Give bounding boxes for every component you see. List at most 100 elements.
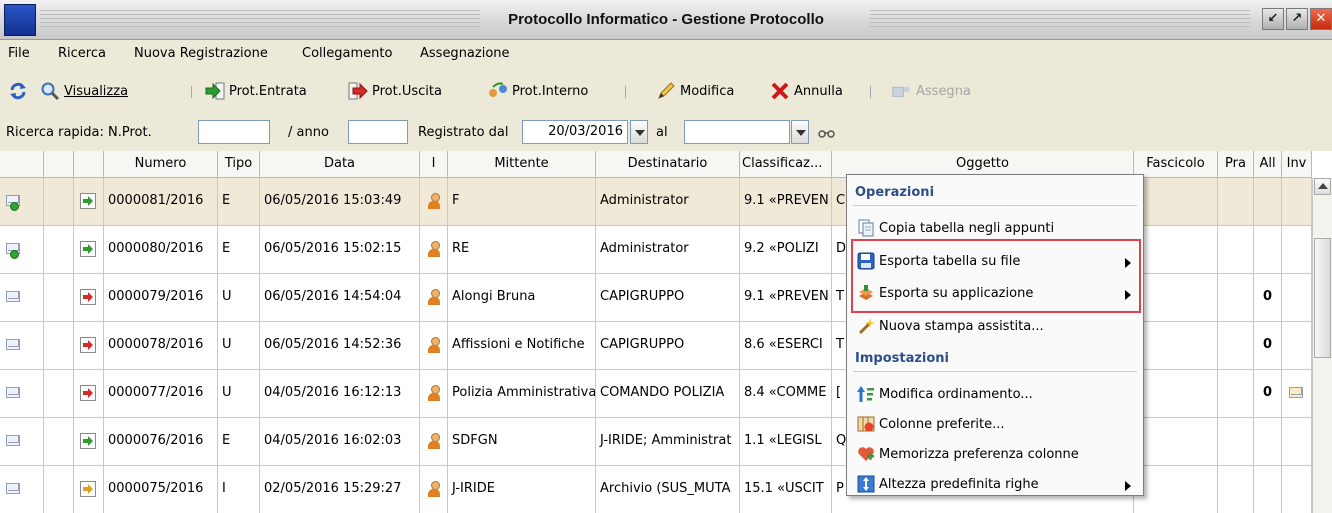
check-ok-icon [10,250,19,259]
cell-inv [1282,370,1312,418]
menu-assegnazione[interactable]: Assegnazione [420,46,510,61]
menu-ricerca[interactable]: Ricerca [58,46,106,61]
highlight-annotation-box [851,239,1141,313]
envelope-icon [6,387,20,398]
col-numero[interactable]: Numero [104,151,218,178]
cell-empty [1218,418,1254,466]
cell-empty [1134,370,1218,418]
cell-i [420,370,448,418]
cell-empty [44,466,74,513]
menu-nuova-stampa[interactable]: Nuova stampa assistita... [879,319,1044,334]
user-icon [427,481,441,497]
col-fascicolo[interactable]: Fascicolo [1134,151,1218,178]
quick-search-label: Ricerca rapida: N.Prot. [6,125,152,140]
menu-colonne-preferite[interactable]: Colonne preferite... [879,417,1005,432]
cell-mittente: J-IRIDE [448,466,596,513]
user-icon [427,241,441,257]
cell-inv [1282,466,1312,513]
date-to-input[interactable] [684,120,790,144]
menu-memorizza-preferenza[interactable]: Memorizza preferenza colonne [879,447,1079,462]
cell-empty [1134,322,1218,370]
registrato-dal-label: Registrato dal [418,125,509,140]
cell-tipo: I [218,466,260,513]
col-i[interactable]: I [420,151,448,178]
refresh-button[interactable] [8,81,32,101]
cell-empty [1134,274,1218,322]
cell-type-icon [74,322,104,370]
vertical-scrollbar[interactable] [1312,178,1332,513]
arrow-in-icon [205,82,225,100]
col-type-icon[interactable] [74,151,104,178]
cell-status [0,226,44,274]
cell-destinatario: Archivio (SUS_MUTA [596,466,740,513]
assign-icon [892,86,910,97]
col-destinatario[interactable]: Destinatario [596,151,740,178]
modifica-button[interactable]: Modifica [656,81,734,101]
annulla-label: Annulla [794,83,843,99]
col-inv[interactable]: Inv [1282,151,1312,178]
section-impostazioni: Impostazioni [855,351,950,366]
attachment-count: 0 [1263,337,1273,352]
save-preference-icon [858,447,874,461]
annulla-button[interactable]: Annulla [770,81,843,101]
menu-nuova-registrazione[interactable]: Nuova Registrazione [134,46,268,61]
col-classificazione[interactable]: Classificaz... [740,151,832,178]
cell-destinatario: J-IRIDE; Amministrat [596,418,740,466]
cell-i [420,226,448,274]
date-from-input[interactable]: 20/03/2016 [522,120,628,144]
cell-data: 06/05/2016 14:52:36 [260,322,420,370]
date-from-dropdown[interactable] [630,120,648,144]
prot-uscita-button[interactable]: Prot.Uscita [348,81,442,101]
visualizza-button[interactable]: Visualizza [40,81,128,101]
col-mittente[interactable]: Mittente [448,151,596,178]
magic-wand-icon [858,318,875,335]
date-to-dropdown[interactable] [791,120,809,144]
cell-i [420,274,448,322]
menu-modifica-ordinamento[interactable]: Modifica ordinamento... [879,387,1033,402]
submenu-arrow-icon [1125,481,1131,491]
outgoing-doc-icon [80,289,96,305]
sent-envelope-icon [1289,387,1303,398]
prot-interno-button[interactable]: Prot.Interno [488,81,588,101]
cell-empty [1134,418,1218,466]
prot-entrata-button[interactable]: Prot.Entrata [205,81,307,101]
menu-copia-tabella[interactable]: Copia tabella negli appunti [879,221,1054,236]
outgoing-doc-icon [80,385,96,401]
cell-status [0,274,44,322]
cell-all: 0 [1254,370,1282,418]
cell-mittente: Polizia Amministrativa [448,370,596,418]
cell-all: 0 [1254,274,1282,322]
cell-tipo: E [218,418,260,466]
scroll-up-button[interactable] [1314,178,1331,195]
cell-classificaz: 8.4 «COMME [740,370,832,418]
cell-type-icon [74,370,104,418]
anno-input[interactable] [348,120,408,144]
menu-collegamento[interactable]: Collegamento [302,46,392,61]
cell-empty [1134,226,1218,274]
scroll-thumb[interactable] [1314,238,1331,358]
col-pra[interactable]: Pra [1218,151,1254,178]
col-tipo[interactable]: Tipo [218,151,260,178]
maximize-button[interactable]: ↗ [1286,8,1308,30]
nprot-input[interactable] [198,120,270,144]
cell-destinatario: Administrator [596,226,740,274]
cell-all [1254,178,1282,226]
cell-empty [44,274,74,322]
cell-inv [1282,322,1312,370]
prot-uscita-label: Prot.Uscita [372,83,442,99]
col-all[interactable]: All [1254,151,1282,178]
cell-i [420,418,448,466]
cell-numero: 0000081/2016 [104,178,218,226]
copy-table-icon [858,219,874,237]
cell-all: 0 [1254,322,1282,370]
glasses-search-icon[interactable] [818,127,836,139]
minimize-button[interactable]: ↙ [1262,8,1284,30]
col-data[interactable]: Data [260,151,420,178]
col-flag[interactable] [44,151,74,178]
cell-status [0,418,44,466]
menu-file[interactable]: File [8,46,30,61]
assegna-button[interactable]: Assegna [892,81,971,101]
close-button[interactable]: ✕ [1310,8,1332,30]
menu-altezza-righe[interactable]: Altezza predefinita righe [879,477,1039,492]
col-status[interactable] [0,151,44,178]
